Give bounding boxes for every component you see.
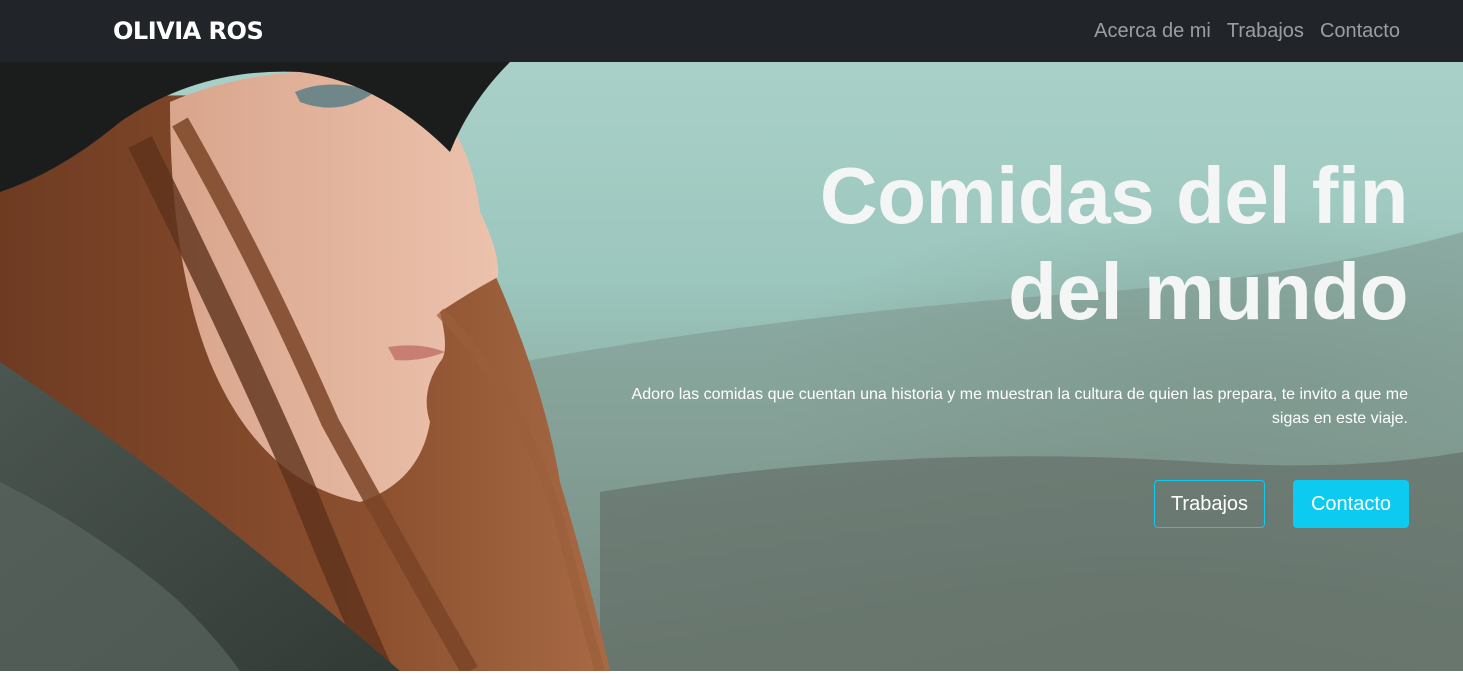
works-button[interactable]: Trabajos bbox=[1154, 480, 1265, 528]
top-navbar: OLIVIA ROS Acerca de mi Trabajos Contact… bbox=[0, 0, 1463, 62]
hero-description: Adoro las comidas que cuentan una histor… bbox=[631, 386, 1408, 427]
hero-title-line-2: del mundo bbox=[1008, 247, 1408, 336]
nav-links: Acerca de mi Trabajos Contacto bbox=[1094, 18, 1400, 44]
hero-title-line-1: Comidas del fin bbox=[819, 151, 1409, 240]
hero-title: Comidas del fin del mundo bbox=[708, 148, 1409, 340]
contact-button[interactable]: Contacto bbox=[1293, 480, 1409, 528]
nav-link-works[interactable]: Trabajos bbox=[1227, 18, 1304, 44]
nav-link-about[interactable]: Acerca de mi bbox=[1094, 18, 1211, 44]
nav-link-contact[interactable]: Contacto bbox=[1320, 18, 1400, 44]
brand-logo[interactable]: OLIVIA ROS bbox=[113, 16, 264, 46]
hero-section: Comidas del fin del mundo Adoro las comi… bbox=[0, 62, 1463, 671]
